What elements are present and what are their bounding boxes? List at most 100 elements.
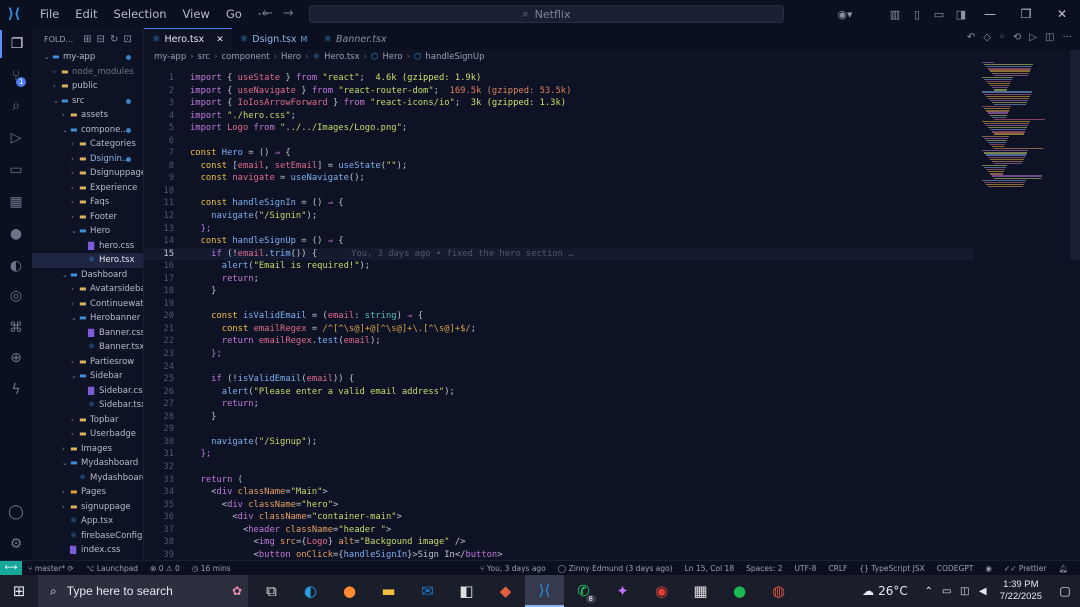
volume-icon[interactable]: ◀ (974, 586, 992, 597)
whatsapp-icon[interactable]: ✆ 8 (564, 575, 603, 607)
menu-edit[interactable]: Edit (67, 0, 105, 28)
tree-item[interactable]: ⌄ ▬ src (32, 94, 143, 109)
code-line[interactable]: 15 if (!email.trim()) {You, 3 days ago •… (144, 247, 974, 261)
notification-center-icon[interactable]: ▢ (1050, 584, 1080, 598)
author-indicator[interactable]: ◯ Zinny Edmund (3 days ago) (552, 564, 679, 573)
database-icon[interactable]: ⊕ (0, 344, 32, 372)
code-line[interactable]: 6 (144, 135, 974, 148)
menu-go[interactable]: Go (218, 0, 250, 28)
code-line[interactable]: 36 <div className="container-main"> (144, 511, 974, 524)
settings-sync-icon[interactable]: ◎ (0, 282, 32, 310)
tree-item[interactable]: ⚛firebaseConfig.ts (32, 529, 143, 544)
tree-item[interactable]: ▇ index.css (32, 543, 143, 558)
toggle-panel-icon[interactable]: ▭ (928, 8, 950, 21)
chrome-canary-icon[interactable]: ◍ (759, 575, 798, 607)
code-line[interactable]: 32 (144, 461, 974, 474)
refresh-icon[interactable]: ↻ (110, 34, 118, 45)
network-icon[interactable]: ◫ (956, 586, 974, 597)
git-icon[interactable]: ◆ (486, 575, 525, 607)
tree-item[interactable]: › ▬ Dsignuppage (32, 166, 143, 181)
firefox-icon[interactable]: ● (330, 575, 369, 607)
tree-item[interactable]: ⌄ ▬ Hero (32, 224, 143, 239)
chrome-icon[interactable]: ◉ (642, 575, 681, 607)
code-line[interactable]: 23 }; (144, 348, 974, 361)
minimize-button[interactable]: — (972, 7, 1008, 21)
launchpad-item[interactable]: ⌥ Launchpad (80, 564, 144, 573)
code-line[interactable]: 8 const [email, setEmail] = useState("")… (144, 160, 974, 173)
gitlens-icon[interactable]: ◐ (0, 252, 32, 280)
tree-item[interactable]: › ▬ Images (32, 442, 143, 457)
code-line[interactable]: 19 (144, 298, 974, 311)
timeline-back-icon[interactable]: ↶ (967, 32, 975, 43)
copilot-app-icon[interactable]: ✦ (603, 575, 642, 607)
run-debug-icon[interactable]: ▷ (0, 124, 32, 152)
close-window-button[interactable]: ✕ (1044, 7, 1080, 21)
copilot-icon[interactable]: ◉▾ (834, 8, 856, 21)
store-icon[interactable]: ◧ (447, 575, 486, 607)
code-line[interactable]: 26 alert("Please enter a valid email add… (144, 386, 974, 399)
explorer-icon[interactable]: ❐ (0, 30, 32, 58)
code-line[interactable]: 37 <header className="header "> (144, 524, 974, 537)
crumb-hero-folder[interactable]: Hero (281, 52, 301, 62)
code-line[interactable]: 27 return; (144, 398, 974, 411)
maximize-button[interactable]: ❐ (1008, 7, 1044, 21)
outlook-icon[interactable]: ✉ (408, 575, 447, 607)
weather-widget[interactable]: ☁ 26°C (862, 584, 908, 598)
task-view-icon[interactable]: ⧉ (252, 575, 291, 607)
remote-explorer-icon[interactable]: ▭ (0, 156, 32, 184)
tree-item[interactable]: › ▬ signuppage (32, 500, 143, 515)
back-arrow-icon[interactable]: ← (262, 6, 273, 21)
crumb-hero-symbol[interactable]: Hero (382, 52, 402, 62)
code-line[interactable]: 12 navigate("/Signin"); (144, 210, 974, 223)
copilot-status-icon[interactable]: ◉ (979, 564, 998, 573)
crumb-component[interactable]: component (221, 52, 269, 62)
tree-item[interactable]: ⌄ ▬ my-app (32, 50, 143, 65)
thunder-icon[interactable]: ϟ (0, 376, 32, 404)
cursor-position[interactable]: Ln 15, Col 18 (679, 564, 740, 573)
tree-item[interactable]: › ▬Avatarsidebar (32, 282, 143, 297)
crumb-src[interactable]: src (198, 52, 210, 62)
spotify-icon[interactable]: ● (720, 575, 759, 607)
tree-item[interactable]: › ▬ Userbadge (32, 427, 143, 442)
code-line[interactable]: 16 alert("Email is required!"); (144, 260, 974, 273)
tree-item[interactable]: ⌄ ▬ Sidebar (32, 369, 143, 384)
source-control-icon[interactable]: ⑂ 1 (0, 62, 32, 90)
menu-selection[interactable]: Selection (106, 0, 175, 28)
taskbar-clock[interactable]: 1:39 PM 7/22/2025 (1000, 579, 1042, 603)
codegpt-status[interactable]: CODEGPT (931, 564, 980, 573)
layout-panel-left-icon[interactable]: ▥ (884, 8, 906, 21)
code-line[interactable]: 1 import { useState } from "react"; 4.6k … (144, 72, 974, 85)
problems-indicator[interactable]: ⊗ 0 ⚠ 0 (144, 564, 186, 573)
tree-item[interactable]: ⚛Mydashboard... (32, 471, 143, 486)
manage-gear-icon[interactable]: ⚙ (0, 530, 32, 558)
code-line[interactable]: 2 import { useNavigate } from "react-rout… (144, 85, 974, 98)
line-endings[interactable]: CRLF (822, 564, 853, 573)
code-line[interactable]: 35 <div className="hero"> (144, 499, 974, 512)
tree-item[interactable]: ⌄ ▬ Dashboard (32, 268, 143, 283)
code-line[interactable]: 34 <div className="Main"> (144, 486, 974, 499)
tree-item[interactable]: › ▬ Dsignin... (32, 152, 143, 167)
search-view-icon[interactable]: ⌕ (0, 92, 32, 120)
tree-item[interactable]: › ▬ Faqs (32, 195, 143, 210)
code-line[interactable]: 10 (144, 185, 974, 198)
code-line[interactable]: 5 import Logo from "../../Images/Logo.png… (144, 122, 974, 135)
menu-view[interactable]: View (175, 0, 218, 28)
new-folder-icon[interactable]: ⊟ (97, 34, 105, 45)
code-line[interactable]: 29 (144, 423, 974, 436)
tree-item[interactable]: › ▬ public (32, 79, 143, 94)
language-mode[interactable]: {} TypeScript JSX (853, 564, 930, 573)
code-line[interactable]: 17 return; (144, 273, 974, 286)
windows-start-icon[interactable]: ⊞ (0, 575, 38, 607)
code-line[interactable]: 14 const handleSignUp = () ⇒ { (144, 235, 974, 248)
vscode-taskbar-icon[interactable]: ⟩⟨ (525, 575, 564, 607)
blame-indicator[interactable]: ⑂ You, 3 days ago (474, 564, 552, 573)
taskbar-search[interactable]: ⌕ Type here to search ✿ (38, 575, 248, 607)
code-editor[interactable]: 1 import { useState } from "react"; 4.6k … (144, 72, 974, 561)
tree-item[interactable]: ▇ hero.css (32, 239, 143, 254)
tree-item[interactable]: ⌄ ▬ Herobanner (32, 311, 143, 326)
tree-item[interactable]: › ▬ Partiesrow (32, 355, 143, 370)
code-line[interactable]: 33 return ( (144, 474, 974, 487)
go-forward-icon[interactable]: ◦ (999, 32, 1005, 43)
tree-item[interactable]: ▇ Sidebar.css (32, 384, 143, 399)
compare-icon[interactable]: ◇ (983, 32, 991, 43)
